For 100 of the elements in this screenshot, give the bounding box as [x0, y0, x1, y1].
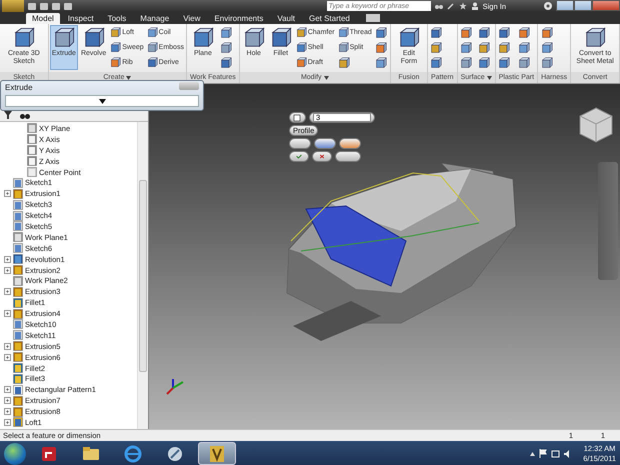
ribbon-icon-button[interactable] [458, 25, 474, 40]
ribbon-tab[interactable]: Vault [271, 13, 301, 24]
axis-icon [27, 134, 37, 144]
operation-dropdown[interactable] [339, 138, 361, 149]
ribbon-icon-button[interactable] [496, 55, 512, 70]
tool-icon [430, 42, 442, 54]
ribbon-icon-button[interactable] [428, 40, 444, 55]
ribbon-icon-button[interactable] [516, 25, 532, 40]
ribbon-icon-button[interactable] [539, 25, 554, 40]
ribbon-tab[interactable]: Manage [134, 13, 176, 24]
tool-icon [82, 27, 105, 49]
ribbon-tab[interactable]: View [177, 13, 206, 24]
extrusion-icon [13, 406, 23, 417]
ribbon-options-button[interactable] [366, 14, 380, 22]
sketch-icon [13, 330, 23, 340]
expand-icon[interactable] [4, 397, 11, 404]
direction-dropdown[interactable] [289, 112, 306, 123]
expand-icon[interactable] [4, 386, 11, 394]
tool-icon [540, 42, 553, 54]
extrusion-icon [13, 308, 23, 319]
expand-icon[interactable] [4, 342, 11, 350]
maximize-button[interactable] [574, 0, 592, 11]
tool-icon [478, 26, 490, 38]
user-icon [470, 2, 479, 10]
ribbon-icon-button[interactable] [496, 25, 512, 40]
flag-icon[interactable] [539, 449, 548, 458]
tool-icon [398, 27, 420, 49]
axis-icon [27, 145, 37, 156]
ribbon-icon-button[interactable] [476, 55, 492, 70]
start-button[interactable] [4, 442, 26, 464]
tool-icon [518, 56, 530, 68]
caret-icon[interactable] [486, 76, 492, 80]
ribbon-icon-button[interactable] [516, 55, 532, 70]
network-icon[interactable] [551, 450, 560, 458]
expand-icon[interactable] [4, 354, 11, 361]
binoculars-icon[interactable] [20, 112, 30, 119]
tool-icon [460, 26, 472, 38]
expand-icon[interactable] [4, 418, 11, 426]
ribbon-icon-button[interactable] [458, 40, 474, 55]
close-button[interactable] [592, 0, 620, 11]
tool-icon [242, 27, 265, 49]
tool-icon [110, 57, 122, 68]
wrench-icon[interactable] [446, 2, 455, 10]
ribbon-icon-button[interactable] [218, 25, 234, 40]
ribbon-icon-button[interactable] [218, 55, 234, 70]
ribbon-icon-button[interactable] [374, 55, 389, 70]
tool-icon [518, 26, 530, 38]
extents-dropdown[interactable] [335, 151, 361, 162]
tool-icon [498, 42, 510, 54]
ribbon-icon-button[interactable] [496, 40, 512, 55]
tool-icon [430, 26, 442, 38]
plane-icon [13, 276, 23, 286]
ribbon-icon-button[interactable] [374, 25, 389, 40]
expand-icon[interactable] [4, 190, 11, 198]
taskbar-app-button[interactable] [198, 442, 236, 465]
binoculars-icon[interactable] [434, 2, 443, 10]
tool-icon [270, 27, 292, 49]
expand-icon[interactable] [4, 408, 11, 416]
ribbon-icon-button[interactable] [539, 40, 554, 55]
extrusion-icon [13, 341, 23, 352]
ribbon-icon-button[interactable] [336, 55, 352, 70]
caret-icon[interactable] [324, 76, 329, 80]
minimize-button[interactable] [556, 0, 574, 11]
scrollbar[interactable] [137, 122, 148, 429]
ok-button[interactable] [289, 151, 309, 162]
tool-icon [498, 56, 510, 68]
ribbon-icon-button[interactable] [458, 55, 474, 70]
ribbon-tab[interactable]: Tools [102, 13, 132, 24]
cancel-button[interactable] [312, 151, 332, 162]
caret-icon[interactable] [530, 452, 536, 456]
ribbon-icon-button[interactable] [476, 40, 492, 55]
ribbon-icon-button[interactable] [428, 25, 444, 40]
ribbon-tab[interactable]: Get Started [302, 13, 356, 24]
ribbon-icon-button[interactable] [539, 55, 554, 70]
ribbon-icon-button[interactable] [374, 40, 389, 55]
expand-icon[interactable] [4, 288, 11, 296]
fillet-icon [13, 374, 23, 384]
expand-icon[interactable] [4, 266, 11, 274]
ribbon-tab[interactable]: Inspect [62, 13, 100, 24]
ribbon-icon-button[interactable] [516, 40, 532, 55]
ribbon-tab[interactable]: Model [26, 13, 60, 24]
tool-icon [338, 42, 349, 53]
expand-icon[interactable] [4, 256, 11, 263]
sketch-icon [13, 210, 23, 221]
tool-icon [110, 42, 122, 53]
ribbon-icon-button[interactable] [476, 25, 492, 40]
ribbon-icon-button[interactable] [218, 40, 234, 55]
tool-icon [338, 56, 350, 68]
loft-icon [13, 417, 23, 428]
star-icon[interactable] [458, 2, 467, 10]
output-dropdown[interactable] [289, 138, 311, 149]
expand-icon[interactable] [4, 310, 11, 318]
help-icon[interactable] [544, 2, 552, 10]
plane-icon [27, 123, 37, 134]
ribbon-tab[interactable]: Environments [208, 13, 270, 24]
ribbon-icon-button[interactable] [428, 55, 444, 70]
tool-icon [478, 42, 490, 54]
dialog-title: Extrude [5, 83, 33, 92]
solid-dropdown[interactable] [314, 138, 336, 149]
revolution-icon [13, 254, 23, 264]
